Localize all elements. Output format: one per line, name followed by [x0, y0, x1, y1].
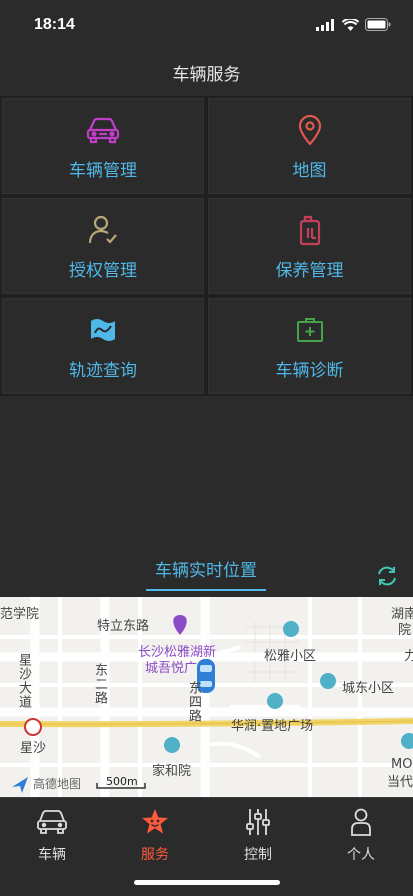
map-label: 特立东路: [97, 619, 150, 634]
service-label: 地图: [292, 160, 327, 181]
map-label: 当代: [387, 775, 413, 790]
map-label: 星沙大道: [16, 653, 31, 709]
oil-can-icon: [292, 212, 328, 248]
service-label: 授权管理: [69, 260, 137, 281]
map-scale: 500m: [106, 775, 138, 788]
map-label: 院: [398, 623, 412, 638]
home-indicator: [134, 880, 280, 885]
map-label: 东二路: [92, 663, 107, 705]
map-label: 松雅小区: [264, 649, 317, 664]
service-vehicle-management[interactable]: 车辆管理: [0, 96, 206, 196]
map-logo: 高德地图: [33, 777, 82, 791]
status-icons: [316, 18, 391, 31]
map-view[interactable]: 范学院 特立东路 湖南 院 长沙松雅湖新 城吾悦广 松雅小区 城东小区 力 星沙…: [0, 597, 413, 797]
map-label: 东四路: [186, 681, 201, 723]
service-label: 保养管理: [275, 260, 344, 281]
status-time: 18:14: [34, 16, 75, 33]
map-label: 力: [404, 649, 413, 664]
map-label: 城东小区: [342, 681, 395, 696]
route-map-icon: [85, 312, 121, 348]
service-label: 车辆诊断: [275, 360, 344, 381]
signal-icon: [316, 18, 334, 31]
tab-vehicle[interactable]: 车辆: [12, 806, 92, 864]
person-icon: [321, 806, 401, 838]
status-bar: 18:14: [0, 0, 413, 50]
wifi-icon: [342, 18, 359, 31]
page-title: 车辆服务: [172, 65, 241, 85]
map-label: 华润·置地广场: [231, 719, 314, 734]
tab-label: 服务: [141, 847, 169, 863]
map-roads: [0, 597, 413, 797]
map-label: 星沙: [20, 741, 47, 756]
battery-icon: [365, 18, 391, 31]
refresh-icon[interactable]: [375, 564, 399, 588]
service-grid: 车辆管理 地图 授权管理 保养管理 轨迹查询 车辆诊断: [0, 96, 413, 396]
service-label: 轨迹查询: [69, 360, 137, 381]
tab-profile[interactable]: 个人: [321, 806, 401, 864]
first-aid-kit-icon: [292, 312, 328, 348]
service-label: 车辆管理: [69, 160, 137, 181]
service-star-icon: [115, 806, 195, 838]
service-track-query[interactable]: 轨迹查询: [0, 296, 206, 396]
map-pin-icon: [292, 112, 328, 148]
tab-label: 个人: [347, 847, 375, 863]
map-header: 车辆实时位置: [0, 548, 413, 596]
map-label: 范学院: [0, 607, 40, 622]
map-label: 城吾悦广: [145, 661, 198, 676]
tab-control[interactable]: 控制: [218, 806, 298, 864]
tab-label: 车辆: [38, 847, 66, 863]
sliders-icon: [218, 806, 298, 838]
service-authorization[interactable]: 授权管理: [0, 196, 206, 296]
tab-realtime-location[interactable]: 车辆实时位置: [146, 556, 266, 591]
user-check-icon: [85, 212, 121, 248]
car-outline-icon: [12, 806, 92, 838]
car-icon: [85, 112, 121, 148]
tab-service[interactable]: 服务: [115, 806, 195, 864]
map-label: MO: [391, 757, 413, 772]
service-maintenance[interactable]: 保养管理: [206, 196, 413, 296]
map-label: 家和院: [152, 764, 192, 779]
tab-label: 控制: [244, 847, 272, 863]
service-diagnosis[interactable]: 车辆诊断: [206, 296, 413, 396]
service-map[interactable]: 地图: [206, 96, 413, 196]
